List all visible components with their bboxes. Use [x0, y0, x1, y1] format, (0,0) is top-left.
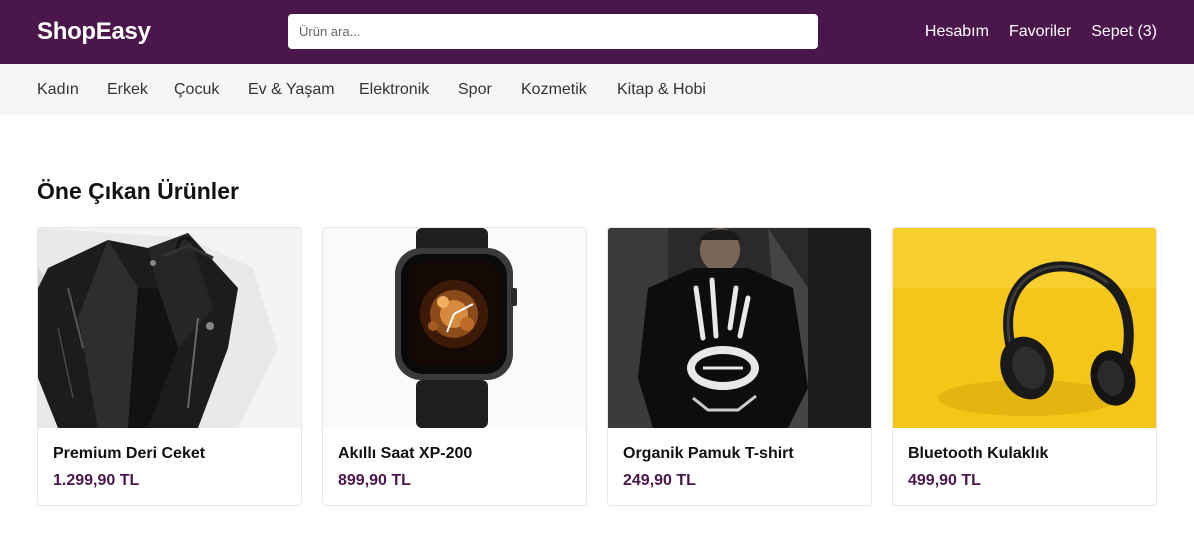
search-input[interactable] — [288, 14, 818, 49]
category-bar: Kadın Erkek Çocuk Ev & Yaşam Elektronik … — [0, 64, 1194, 115]
product-image-headphones[interactable] — [893, 228, 1156, 428]
favorites-link[interactable]: Favoriler — [1009, 23, 1071, 41]
category-kitap-hobi[interactable]: Kitap & Hobi — [617, 81, 706, 99]
product-price: 899,90 TL — [338, 472, 411, 489]
product-card[interactable]: Bluetooth Kulaklık 499,90 TL — [892, 227, 1157, 506]
category-cocuk[interactable]: Çocuk — [174, 81, 219, 99]
cart-link[interactable]: Sepet (3) — [1091, 23, 1157, 41]
product-name[interactable]: Akıllı Saat XP-200 — [338, 445, 472, 463]
product-card[interactable]: Akıllı Saat XP-200 899,90 TL — [322, 227, 587, 506]
product-name[interactable]: Bluetooth Kulaklık — [908, 445, 1048, 463]
product-card[interactable]: Organik Pamuk T-shirt 249,90 TL — [607, 227, 872, 506]
section-title: Öne Çıkan Ürünler — [37, 178, 239, 204]
category-erkek[interactable]: Erkek — [107, 81, 148, 99]
product-price: 1.299,90 TL — [53, 472, 140, 489]
product-image-leather-jacket[interactable] — [38, 228, 301, 428]
category-elektronik[interactable]: Elektronik — [359, 81, 429, 99]
category-kozmetik[interactable]: Kozmetik — [521, 81, 587, 99]
category-ev-yasam[interactable]: Ev & Yaşam — [248, 81, 335, 99]
account-link[interactable]: Hesabım — [925, 23, 989, 41]
top-header: ShopEasy Hesabım Favoriler Sepet (3) — [0, 0, 1194, 64]
product-image-black-tshirt[interactable] — [608, 228, 871, 428]
product-name[interactable]: Premium Deri Ceket — [53, 445, 205, 463]
product-card[interactable]: Premium Deri Ceket 1.299,90 TL — [37, 227, 302, 506]
category-kadin[interactable]: Kadın — [37, 81, 79, 99]
category-spor[interactable]: Spor — [458, 81, 492, 99]
product-name[interactable]: Organik Pamuk T-shirt — [623, 445, 794, 463]
user-nav: Hesabım Favoriler Sepet (3) — [925, 23, 1157, 41]
product-price: 249,90 TL — [623, 472, 696, 489]
logo[interactable]: ShopEasy — [37, 18, 151, 46]
product-price: 499,90 TL — [908, 472, 981, 489]
product-image-smart-watch[interactable] — [323, 228, 586, 428]
